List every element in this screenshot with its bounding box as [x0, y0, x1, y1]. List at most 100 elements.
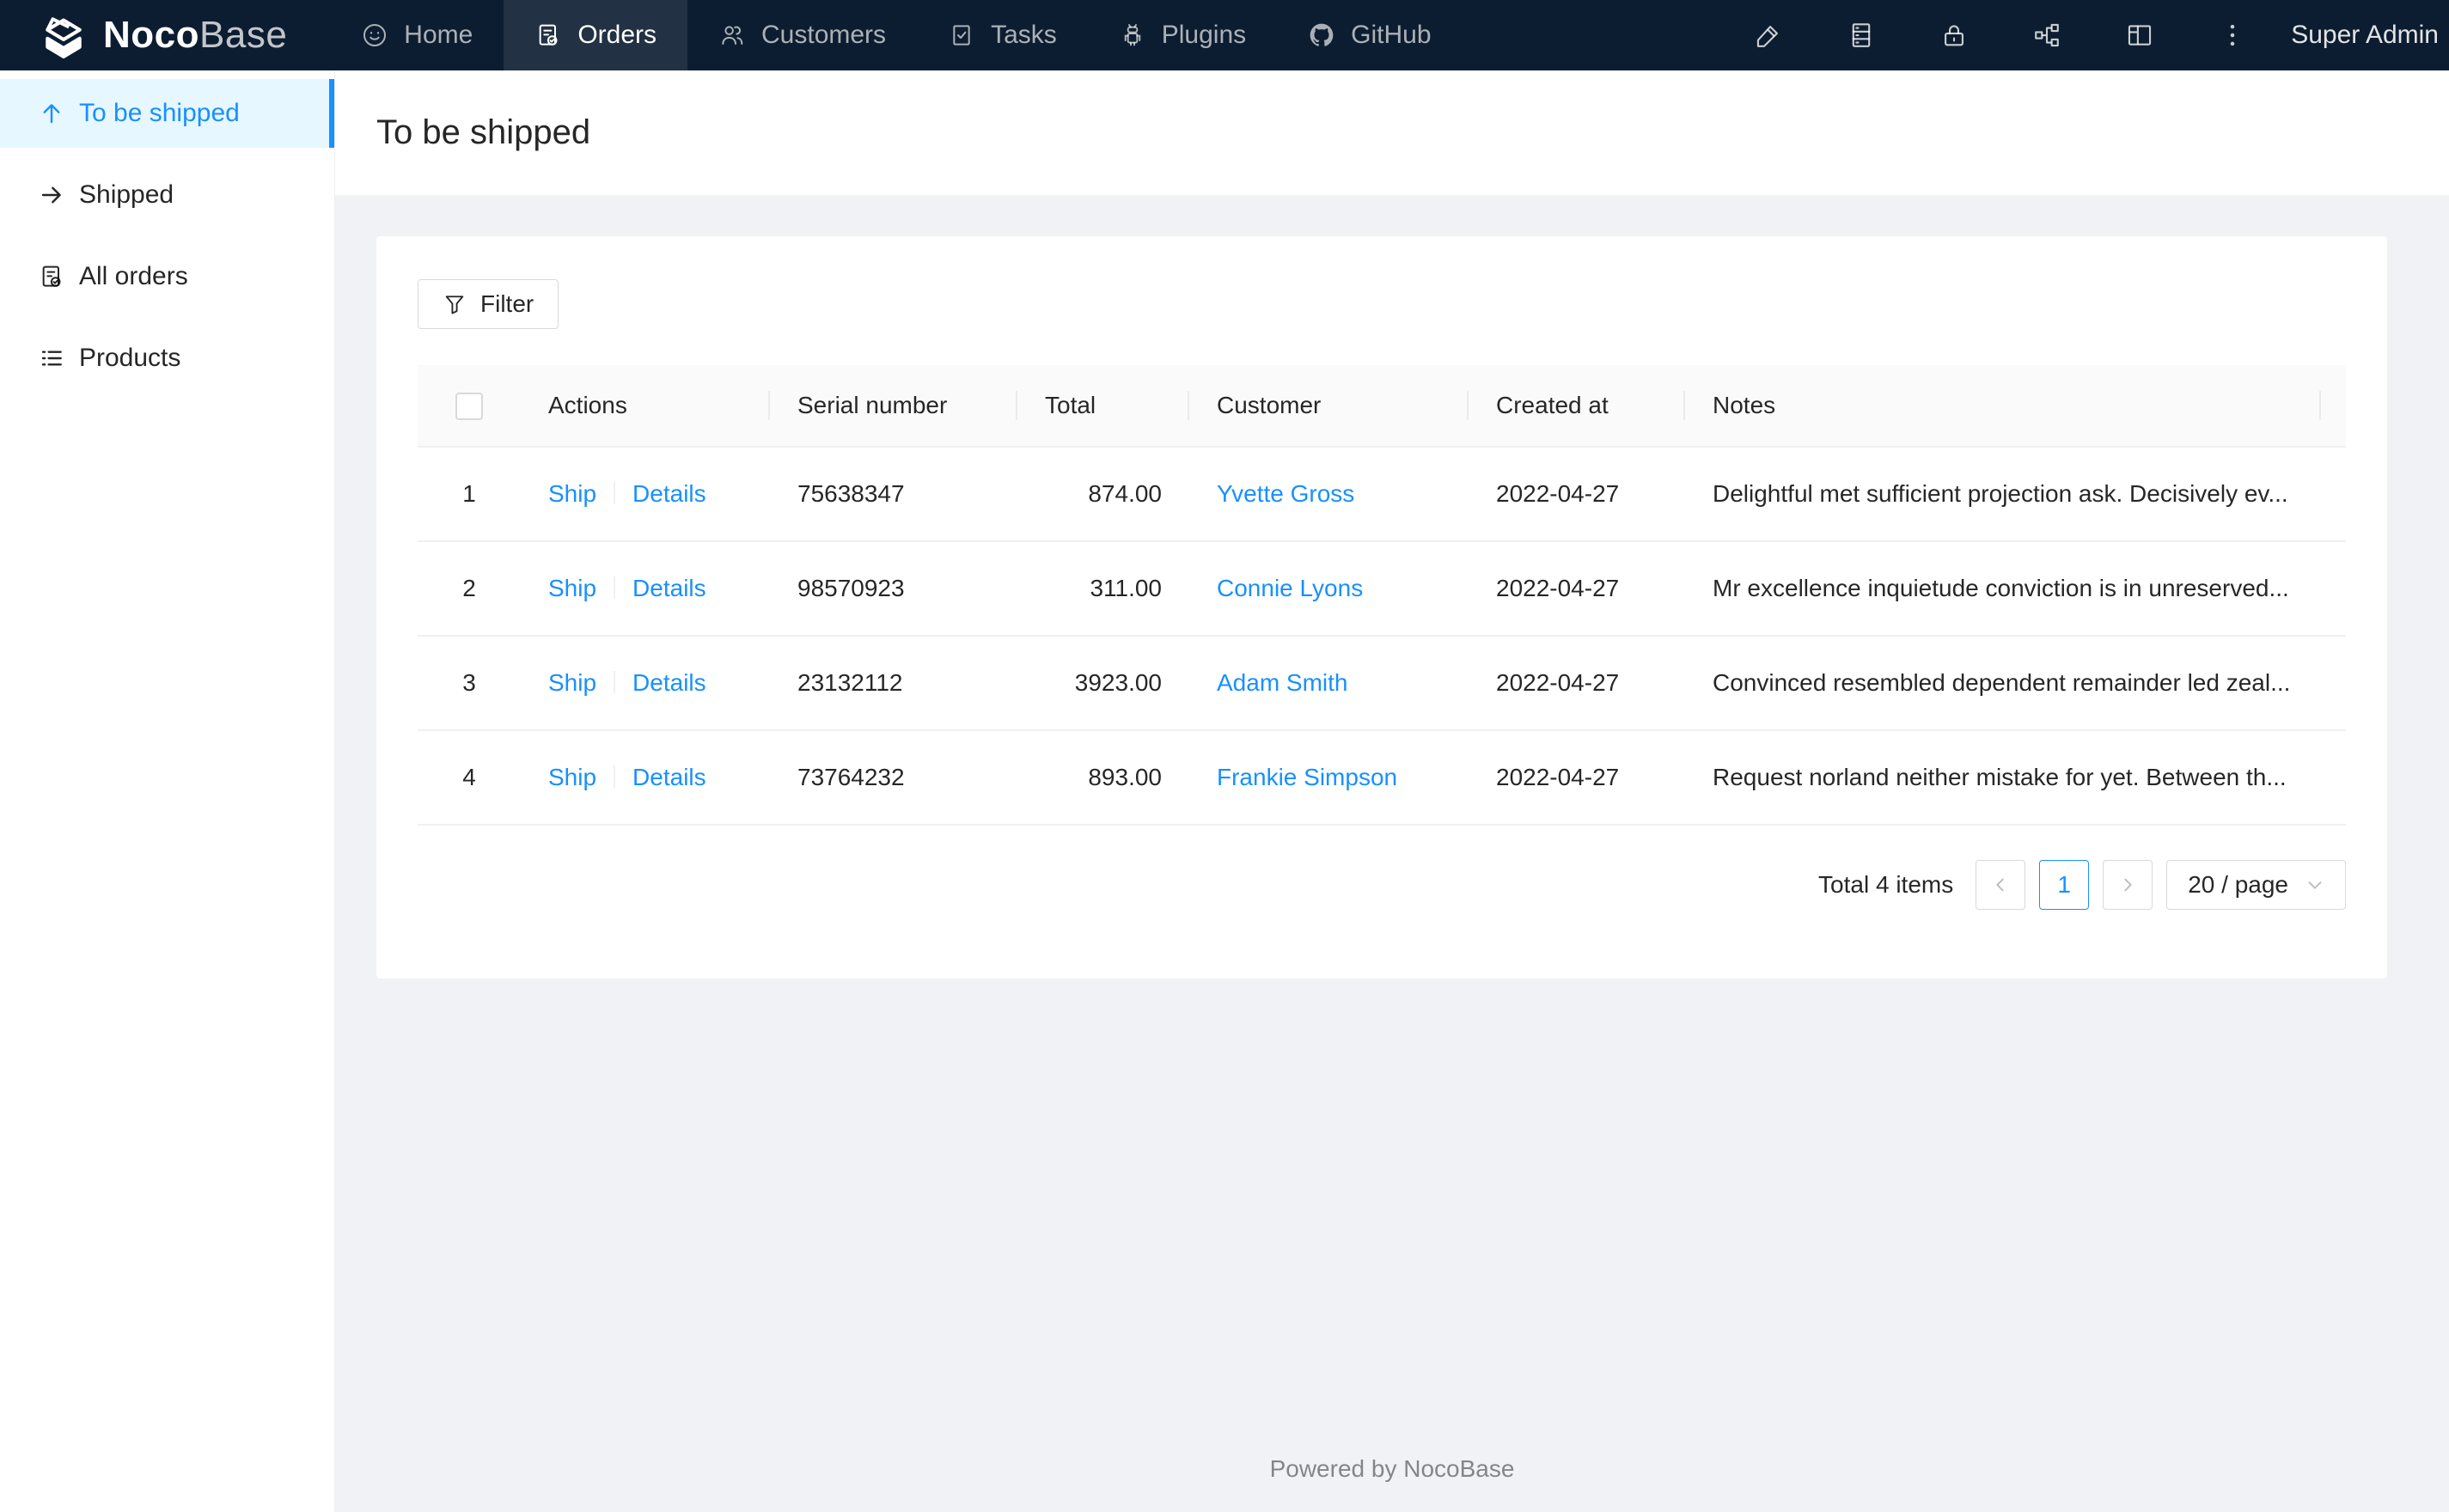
action-divider [614, 671, 616, 693]
sidebar-item-label: All orders [79, 262, 188, 290]
serial-cell: 75638347 [770, 447, 1017, 542]
robot-icon [1124, 24, 1141, 46]
page-header: To be shipped [335, 70, 2449, 195]
created-cell: 2022-04-27 [1469, 447, 1685, 542]
order-document-icon [42, 265, 61, 287]
people-icon [722, 26, 743, 45]
collections-button[interactable] [1815, 0, 1908, 70]
created-cell: 2022-04-27 [1469, 541, 1685, 637]
filter-funnel-icon [445, 296, 464, 314]
nav-item-label: Customers [761, 21, 887, 49]
details-link[interactable]: Details [632, 480, 706, 507]
total-cell: 874.00 [1017, 447, 1189, 542]
navbar-right-actions: Super Admin [1722, 0, 2449, 70]
customer-cell: Frankie Simpson [1189, 730, 1469, 826]
sidebar-item-label: To be shipped [79, 99, 240, 127]
sidebar-item-to-be-shipped[interactable]: To be shipped [0, 79, 334, 148]
nav-item-label: GitHub [1351, 21, 1432, 49]
customer-cell: Yvette Gross [1189, 447, 1469, 542]
pagination-page-1[interactable]: 1 [2039, 860, 2090, 910]
notes-cell: Convinced resembled dependent remainder … [1685, 636, 2321, 731]
page-size-select[interactable]: 20 / page [2166, 860, 2346, 910]
spacer-cell [2321, 636, 2346, 731]
column-header-actions: Actions [521, 365, 770, 448]
database-icon [1852, 23, 1871, 47]
customer-link[interactable]: Yvette Gross [1217, 480, 1354, 507]
total-cell: 3923.00 [1017, 636, 1189, 731]
actions-cell: Ship Details [521, 541, 770, 637]
org-chart-icon [2035, 23, 2060, 47]
details-link[interactable]: Details [632, 669, 706, 696]
created-cell: 2022-04-27 [1469, 730, 1685, 826]
pagination-next-button[interactable] [2103, 860, 2153, 910]
customer-link[interactable]: Adam Smith [1217, 669, 1348, 696]
page-title: To be shipped [376, 113, 591, 151]
actions-cell: Ship Details [521, 730, 770, 826]
column-header-created: Created at [1469, 365, 1685, 448]
sidebar-item-all-orders[interactable]: All orders [0, 242, 334, 311]
user-menu[interactable]: Super Admin [2279, 21, 2439, 50]
pagination-prev-button[interactable] [1976, 860, 2026, 910]
order-document-icon [539, 24, 558, 46]
column-header-notes: Notes [1685, 365, 2321, 448]
select-all-checkbox[interactable] [455, 392, 483, 420]
notes-cell: Request norland neither mistake for yet.… [1685, 730, 2321, 826]
details-link[interactable]: Details [632, 764, 706, 790]
select-all-header-cell [418, 365, 521, 448]
action-divider [614, 765, 616, 788]
nav-item-tasks[interactable]: Tasks [917, 0, 1088, 70]
actions-cell: Ship Details [521, 636, 770, 731]
nav-item-orders[interactable]: Orders [504, 0, 688, 70]
sidebar-item-products[interactable]: Products [0, 324, 334, 393]
access-control-button[interactable] [1908, 0, 2000, 70]
table-row: 3 Ship Details 23132112 3923.00 Adam Smit… [418, 636, 2346, 731]
row-index: 1 [418, 447, 521, 542]
details-link[interactable]: Details [632, 575, 706, 601]
filter-button[interactable]: Filter [418, 279, 559, 329]
customer-link[interactable]: Connie Lyons [1217, 575, 1363, 601]
sidebar-item-label: Shipped [79, 180, 174, 209]
nav-item-label: Home [404, 21, 473, 49]
nav-item-customers[interactable]: Customers [687, 0, 917, 70]
ship-link[interactable]: Ship [548, 764, 596, 790]
chevron-down-icon [2308, 881, 2322, 889]
logo-text: NocoBase [103, 14, 288, 56]
nav-item-home[interactable]: Home [330, 0, 504, 70]
sidebar-item-shipped[interactable]: Shipped [0, 161, 334, 229]
filter-button-label: Filter [480, 290, 534, 317]
action-divider [614, 576, 616, 599]
table-row: 4 Ship Details 73764232 893.00 Frankie Si… [418, 730, 2346, 826]
row-index: 2 [418, 541, 521, 637]
customer-link[interactable]: Frankie Simpson [1217, 764, 1397, 790]
more-menu-button[interactable] [2186, 0, 2279, 70]
ship-link[interactable]: Ship [548, 669, 596, 696]
list-icon [41, 351, 62, 366]
ui-editor-button[interactable] [1722, 0, 1815, 70]
pagination-total: Total 4 items [1818, 871, 1954, 898]
action-divider [614, 482, 616, 504]
workflow-button[interactable] [2000, 0, 2093, 70]
layout-settings-button[interactable] [2093, 0, 2186, 70]
row-index: 4 [418, 730, 521, 826]
orders-table: Actions Serial number Total Customer Cre… [418, 365, 2346, 826]
checkbox-checked-icon [953, 25, 970, 46]
ship-link[interactable]: Ship [548, 480, 596, 507]
nocobase-logo[interactable]: NocoBase [0, 0, 330, 70]
more-vertical-icon [2230, 24, 2235, 46]
main-area: To be shipped Filter Actions Serial numb… [335, 70, 2449, 1512]
pagination: Total 4 items 1 20 / page [418, 860, 2346, 910]
ship-link[interactable]: Ship [548, 575, 596, 601]
customer-cell: Adam Smith [1189, 636, 1469, 731]
nav-item-github[interactable]: GitHub [1277, 0, 1462, 70]
table-row: 1 Ship Details 75638347 874.00 Yvette Gro… [418, 447, 2346, 542]
serial-cell: 23132112 [770, 636, 1017, 731]
column-header-customer: Customer [1189, 365, 1469, 448]
chevron-right-icon [2124, 878, 2132, 892]
nav-item-plugins[interactable]: Plugins [1088, 0, 1277, 70]
serial-cell: 73764232 [770, 730, 1017, 826]
spacer-cell [2321, 730, 2346, 826]
pen-icon [1757, 26, 1779, 47]
column-header-serial: Serial number [770, 365, 1017, 448]
notes-cell: Delightful met sufficient projection ask… [1685, 447, 2321, 542]
arrow-right-icon [41, 186, 61, 204]
